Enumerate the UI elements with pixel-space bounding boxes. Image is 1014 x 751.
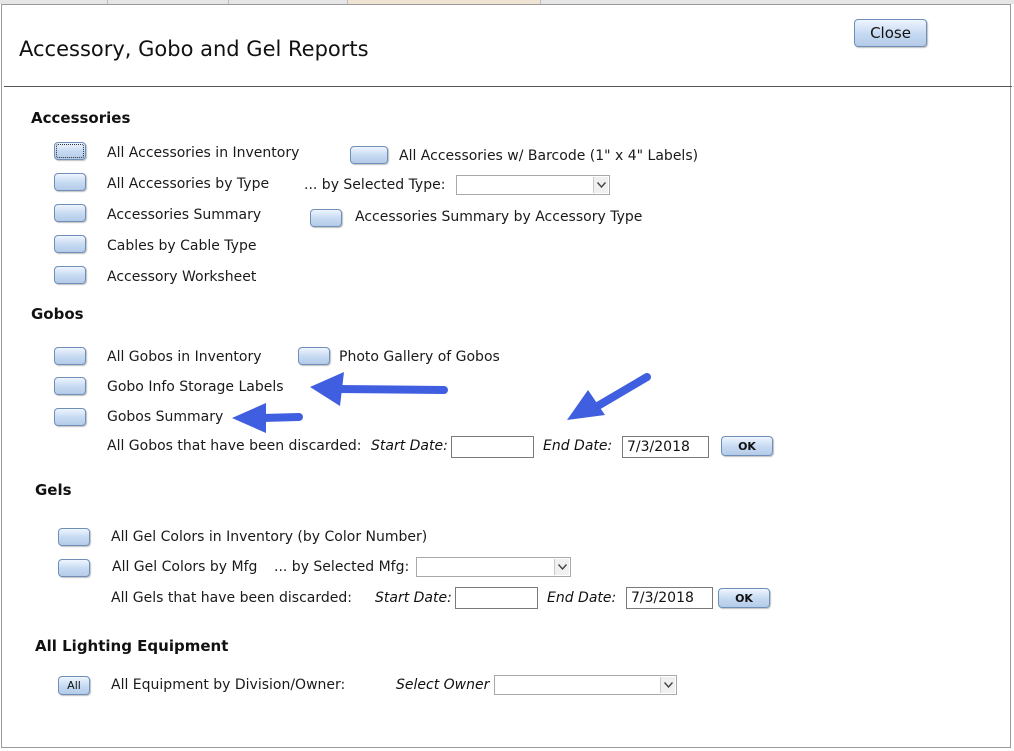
arrow-icon bbox=[310, 372, 448, 406]
arrow-icon bbox=[232, 403, 303, 433]
arrow-icon bbox=[567, 373, 651, 420]
annotation-arrows bbox=[232, 372, 651, 433]
